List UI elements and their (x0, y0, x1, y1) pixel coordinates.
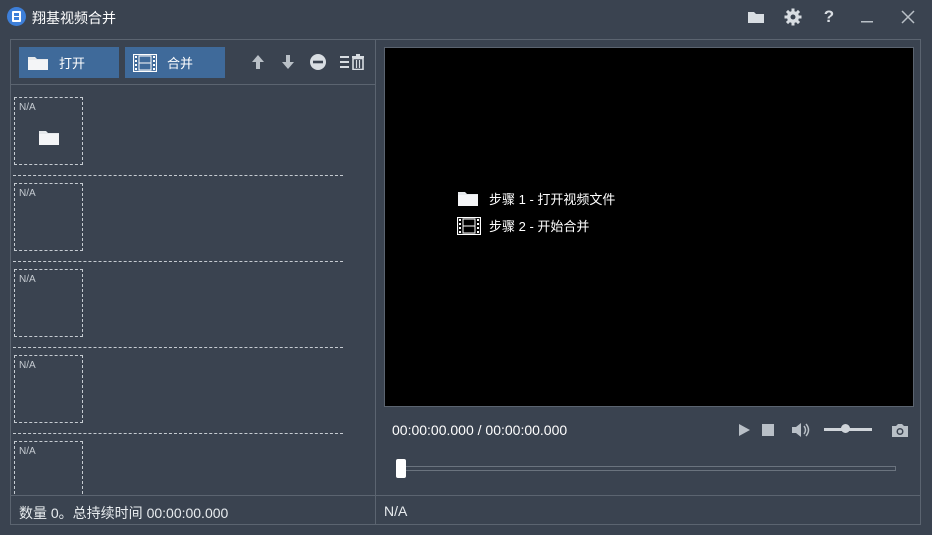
folder-icon (38, 129, 60, 151)
info-status: N/A (376, 495, 921, 525)
divider (13, 261, 343, 262)
toolbar: 打开 合并 (11, 40, 375, 85)
film-icon (457, 216, 481, 235)
remove-icon[interactable] (308, 52, 328, 72)
snapshot-camera-icon[interactable] (890, 419, 910, 441)
list-item[interactable]: N/A (14, 441, 83, 495)
volume-icon[interactable] (791, 419, 811, 441)
video-preview[interactable]: 步骤 1 - 打开视频文件 步骤 2 - 开始合并 (384, 47, 914, 407)
step-2-text: 步骤 2 - 开始合并 (489, 219, 590, 234)
folder-icon (457, 191, 481, 207)
minimize-icon[interactable] (856, 6, 878, 28)
list-item[interactable]: N/A (14, 269, 83, 337)
film-icon (133, 53, 157, 72)
arrow-down-icon[interactable] (278, 52, 298, 72)
divider (13, 433, 343, 434)
list-item[interactable]: N/A (14, 355, 83, 423)
list-item[interactable]: N/A (14, 97, 83, 165)
step-1-hint: 步骤 1 - 打开视频文件 (457, 189, 615, 208)
app-logo-icon (7, 7, 26, 26)
step-2-hint: 步骤 2 - 开始合并 (457, 216, 589, 235)
open-button[interactable]: 打开 (19, 47, 119, 78)
seek-bar[interactable] (401, 466, 896, 471)
clear-list-icon[interactable] (339, 52, 367, 72)
time-display: 00:00:00.000 / 00:00:00.000 (392, 422, 568, 438)
gear-icon[interactable] (782, 6, 804, 28)
seek-handle[interactable] (396, 459, 406, 478)
open-button-label: 打开 (59, 56, 86, 71)
main-frame: 打开 合并 N/A N/A N/A N/A N/A 步骤 1 - 打开视频文件 … (10, 39, 921, 525)
divider (13, 347, 343, 348)
divider (13, 175, 343, 176)
close-icon[interactable] (897, 6, 919, 28)
thumb-label: N/A (19, 446, 36, 457)
merge-button-label: 合并 (167, 56, 194, 71)
summary-status: 数量 0。总持续时间 00:00:00.000 (11, 495, 376, 525)
file-list-panel: 打开 合并 N/A N/A N/A N/A N/A (11, 40, 376, 495)
thumb-label: N/A (19, 102, 36, 113)
step-1-text: 步骤 1 - 打开视频文件 (489, 192, 616, 207)
play-icon[interactable] (734, 419, 754, 441)
title-bar: 翔基视频合并 ? (0, 0, 932, 34)
thumb-label: N/A (19, 188, 36, 199)
thumb-label: N/A (19, 360, 36, 371)
volume-knob[interactable] (841, 424, 851, 433)
open-folder-icon[interactable] (745, 6, 767, 28)
arrow-up-icon[interactable] (248, 52, 268, 72)
video-list[interactable]: N/A N/A N/A N/A N/A (11, 86, 375, 495)
folder-icon (27, 55, 49, 71)
stop-icon[interactable] (758, 419, 778, 441)
help-icon[interactable]: ? (818, 6, 840, 28)
thumb-label: N/A (19, 274, 36, 285)
window-title: 翔基视频合并 (32, 10, 116, 26)
merge-button[interactable]: 合并 (125, 47, 225, 78)
list-item[interactable]: N/A (14, 183, 83, 251)
